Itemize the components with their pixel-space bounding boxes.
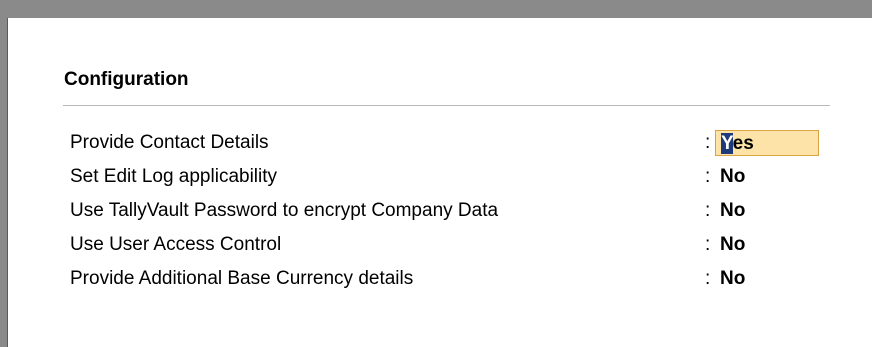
field-label: Provide Contact Details — [70, 132, 269, 153]
window-frame-top — [0, 0, 872, 18]
user-access-field[interactable]: No — [720, 232, 745, 258]
base-currency-field[interactable]: No — [720, 266, 745, 292]
field-value-rest: es — [732, 133, 754, 154]
config-row-edit-log: Set Edit Log applicability : No — [70, 164, 840, 198]
contact-details-field[interactable]: Yes — [715, 130, 819, 156]
section-title: Configuration — [64, 69, 189, 90]
window-frame-edge — [7, 18, 8, 347]
field-label: Provide Additional Base Currency details — [70, 268, 414, 289]
window-frame-left — [0, 0, 7, 347]
config-row-base-currency: Provide Additional Base Currency details… — [70, 266, 840, 300]
field-separator: : — [705, 132, 711, 153]
field-label: Use User Access Control — [70, 234, 282, 255]
edit-log-field[interactable]: No — [720, 164, 745, 190]
field-separator: : — [705, 166, 711, 187]
config-row-contact-details: Provide Contact Details : Yes — [70, 130, 840, 164]
section-divider — [63, 105, 830, 106]
text-cursor: Y — [721, 133, 733, 154]
configuration-form: Provide Contact Details : Yes Set Edit L… — [70, 130, 840, 300]
field-label: Use TallyVault Password to encrypt Compa… — [70, 200, 499, 221]
tallyvault-field[interactable]: No — [720, 198, 745, 224]
config-row-user-access: Use User Access Control : No — [70, 232, 840, 266]
field-separator: : — [705, 234, 711, 255]
field-separator: : — [705, 268, 711, 289]
field-separator: : — [705, 200, 711, 221]
config-row-tallyvault: Use TallyVault Password to encrypt Compa… — [70, 198, 840, 232]
field-label: Set Edit Log applicability — [70, 166, 278, 187]
